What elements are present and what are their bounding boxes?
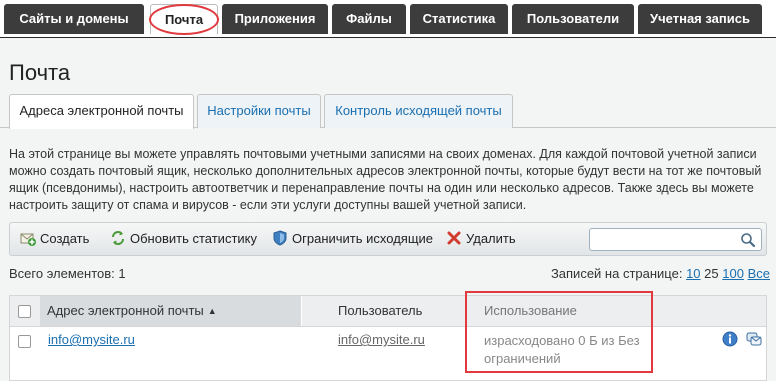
- user-cell: info@mysite.ru: [338, 332, 425, 347]
- toolbar: Создать Обновить статистику Ограничить и…: [9, 222, 767, 256]
- tab-outgoing-mail-control[interactable]: Контроль исходящей почты: [324, 94, 513, 128]
- sort-ascending-icon: ▲: [207, 306, 217, 316]
- search-input[interactable]: [594, 231, 734, 248]
- shield-icon: [272, 226, 288, 246]
- refresh-stats-button[interactable]: Обновить статистику: [110, 223, 257, 255]
- nav-tab-files[interactable]: Файлы: [332, 4, 406, 34]
- per-page-all[interactable]: Все: [748, 266, 770, 281]
- info-icon[interactable]: [722, 331, 738, 347]
- create-label: Создать: [40, 231, 90, 246]
- delete-icon: [446, 226, 462, 245]
- nav-tab-applications[interactable]: Приложения: [222, 4, 328, 34]
- nav-tab-statistics[interactable]: Статистика: [410, 4, 508, 34]
- tab-mail-settings[interactable]: Настройки почты: [197, 94, 321, 128]
- mail-accounts-table: Адрес электронной почты ▲ Пользователь Ис…: [9, 295, 767, 381]
- column-usage-header[interactable]: Использование: [484, 296, 577, 326]
- top-navigation: Сайты и домены Почта Приложения Файлы Ст…: [0, 0, 776, 38]
- row-checkbox[interactable]: [18, 335, 31, 348]
- table-header: Адрес электронной почты ▲ Пользователь Ис…: [10, 296, 766, 327]
- usage-cell: израсходовано 0 Б из Без ограничений: [484, 333, 640, 366]
- email-link[interactable]: info@mysite.ru: [48, 332, 135, 347]
- nav-tab-mail[interactable]: Почта: [150, 4, 218, 34]
- per-page-10[interactable]: 10: [686, 266, 700, 281]
- select-all-checkbox[interactable]: [18, 305, 31, 318]
- user-link[interactable]: info@mysite.ru: [338, 332, 425, 347]
- total-items: Всего элементов: 1: [9, 266, 126, 281]
- delete-label: Удалить: [466, 231, 516, 246]
- search-icon[interactable]: [740, 232, 756, 248]
- nav-tab-sites-domains[interactable]: Сайты и домены: [4, 4, 144, 34]
- search-box: [589, 228, 762, 251]
- create-mail-icon: [20, 226, 36, 246]
- per-page-label: Записей на странице:: [550, 266, 683, 281]
- per-page-25-selected: 25: [704, 266, 719, 281]
- page-description: На этой странице вы можете управлять поч…: [9, 147, 762, 212]
- column-user-header[interactable]: Пользователь: [338, 296, 422, 326]
- column-email-label: Адрес электронной почты: [47, 303, 204, 318]
- limit-outgoing-button[interactable]: Ограничить исходящие: [272, 223, 433, 255]
- sub-tabs: Адреса электронной почты Настройки почты…: [0, 94, 776, 129]
- page-title: Почта: [9, 60, 71, 85]
- refresh-stats-label: Обновить статистику: [130, 231, 257, 246]
- column-email-header[interactable]: Адрес электронной почты ▲: [40, 296, 302, 326]
- nav-tab-users[interactable]: Пользователи: [512, 4, 634, 34]
- per-page-selector: Записей на странице: 10 25 100 Все: [551, 266, 770, 281]
- refresh-icon: [110, 226, 126, 245]
- limit-outgoing-label: Ограничить исходящие: [292, 231, 434, 246]
- mail-chat-icon[interactable]: [746, 331, 762, 347]
- per-page-100[interactable]: 100: [722, 266, 744, 281]
- email-cell: info@mysite.ru: [48, 332, 135, 347]
- create-button[interactable]: Создать: [20, 223, 89, 255]
- nav-tab-account[interactable]: Учетная запись: [638, 4, 762, 34]
- delete-button[interactable]: Удалить: [446, 223, 516, 255]
- tab-email-addresses[interactable]: Адреса электронной почты: [9, 94, 194, 129]
